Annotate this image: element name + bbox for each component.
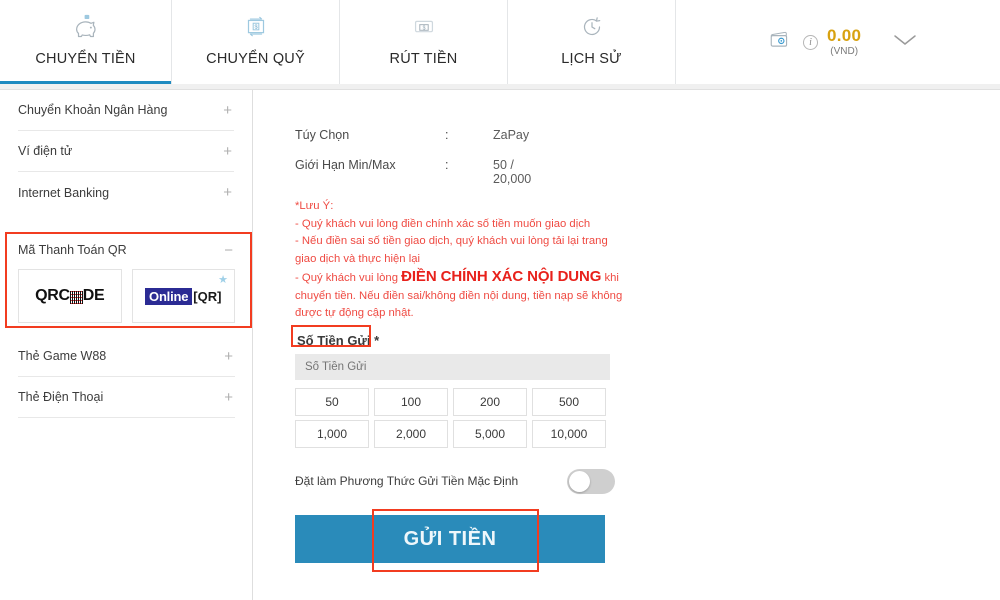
amount-input[interactable] bbox=[295, 354, 610, 380]
toggle-knob bbox=[569, 470, 590, 492]
qr-tile-online-qr[interactable]: ★ Online [QR] bbox=[131, 269, 235, 323]
amount-field-label: Số Tiền Gửi * bbox=[297, 333, 380, 348]
default-method-toggle[interactable] bbox=[567, 468, 615, 494]
qrcode-logo: QRC DE bbox=[35, 287, 105, 305]
sidebar-item-game-card[interactable]: Thẻ Game W88 + bbox=[18, 336, 235, 377]
sidebar-item-label: Thẻ Game W88 bbox=[18, 349, 107, 363]
chevron-down-icon[interactable] bbox=[892, 33, 918, 52]
tab-rut-tien[interactable]: $ RÚT TIỀN bbox=[340, 0, 508, 84]
qrcode-text-right: DE bbox=[82, 287, 105, 304]
qr-provider-tiles: QRC DE ★ Online [QR] bbox=[0, 269, 253, 323]
info-value: ZaPay bbox=[493, 128, 530, 142]
notice-block: *Lưu Ý: - Quý khách vui lòng điền chính … bbox=[295, 198, 625, 323]
plus-icon[interactable]: + bbox=[224, 349, 235, 364]
sidebar-item-label: Thẻ Điện Thoại bbox=[18, 390, 104, 404]
preset-amount-button[interactable]: 200 bbox=[453, 388, 527, 416]
qrcode-text-left: QRC bbox=[35, 287, 70, 304]
online-text: Online bbox=[145, 287, 193, 305]
online-qr-logo: Online [QR] bbox=[145, 287, 222, 305]
sidebar-item-phone-card[interactable]: Thẻ Điện Thoại + bbox=[18, 377, 235, 418]
qr-tile-qrcode[interactable]: QRC DE bbox=[18, 269, 122, 323]
default-method-row: Đặt làm Phương Thức Gửi Tiền Mặc Định bbox=[295, 468, 615, 494]
notice-line-3: - Quý khách vui lòng ĐIỀN CHÍNH XÁC NỘI … bbox=[295, 268, 625, 323]
tab-label: LỊCH SỬ bbox=[561, 51, 622, 67]
plus-icon[interactable]: + bbox=[223, 103, 234, 118]
atm-withdraw-icon: $ bbox=[409, 9, 439, 45]
deposit-form-panel: Túy Chọn : ZaPay Giới Hạn Min/Max : 50 /… bbox=[253, 90, 1000, 600]
notice-title: *Lưu Ý: bbox=[295, 200, 334, 212]
info-key: Túy Chọn bbox=[295, 128, 350, 142]
info-colon: : bbox=[445, 158, 449, 172]
default-method-label: Đặt làm Phương Thức Gửi Tiền Mặc Định bbox=[295, 474, 519, 488]
notice-line-3-pre: - Quý khách vui lòng bbox=[295, 272, 402, 284]
notice-line-2: - Nếu điền sai số tiền giao dịch, quý kh… bbox=[295, 235, 608, 265]
star-icon: ★ bbox=[218, 274, 228, 286]
info-key: Giới Hạn Min/Max bbox=[295, 158, 396, 172]
tab-label: RÚT TIỀN bbox=[389, 51, 458, 67]
sidebar-item-bank-transfer[interactable]: Chuyển Khoản Ngân Hàng + bbox=[18, 90, 234, 131]
svg-text:$: $ bbox=[422, 25, 425, 31]
sidebar-group-qr-payment: Mã Thanh Toán QR − QRC DE ★ Online [QR] bbox=[0, 233, 253, 323]
sidebar-item-ewallet[interactable]: Ví điện tử + bbox=[18, 131, 234, 172]
submit-deposit-button[interactable]: GỬI TIỀN bbox=[295, 515, 605, 563]
preset-amount-button[interactable]: 2,000 bbox=[374, 420, 448, 448]
top-navigation: CHUYỂN TIỀN $ CHUYỂN QUỸ $ RÚT TIỀN LỊCH… bbox=[0, 0, 1000, 84]
tab-chuyen-quy[interactable]: $ CHUYỂN QUỸ bbox=[172, 0, 340, 84]
info-icon[interactable]: i bbox=[803, 34, 818, 50]
wallet-icon bbox=[766, 26, 794, 59]
wallet-summary[interactable]: i 0.00 (VND) bbox=[676, 0, 1000, 84]
qr-bracket-text: [QR] bbox=[193, 288, 222, 304]
preset-amount-button[interactable]: 10,000 bbox=[532, 420, 606, 448]
info-value: 50 / 20,000 bbox=[493, 158, 532, 186]
tab-chuyen-tien[interactable]: CHUYỂN TIỀN bbox=[0, 0, 172, 84]
preset-amount-button[interactable]: 500 bbox=[532, 388, 606, 416]
sidebar-item-label: Chuyển Khoản Ngân Hàng bbox=[18, 103, 168, 117]
balance-amount: 0.00 bbox=[827, 26, 862, 45]
clock-history-icon bbox=[577, 9, 607, 45]
balance-currency: (VND) bbox=[830, 46, 859, 57]
notice-emphasis: ĐIỀN CHÍNH XÁC NỘI DUNG bbox=[401, 268, 602, 285]
plus-icon[interactable]: + bbox=[223, 185, 234, 200]
sidebar-item-internet-banking[interactable]: Internet Banking + bbox=[18, 172, 234, 213]
preset-amount-button[interactable]: 50 bbox=[295, 388, 369, 416]
preset-amount-grid: 50 100 200 500 1,000 2,000 5,000 10,000 bbox=[295, 388, 615, 448]
preset-amount-button[interactable]: 100 bbox=[374, 388, 448, 416]
plus-icon[interactable]: + bbox=[224, 390, 235, 405]
info-colon: : bbox=[445, 128, 449, 142]
fund-transfer-icon: $ bbox=[241, 9, 271, 45]
preset-amount-button[interactable]: 1,000 bbox=[295, 420, 369, 448]
barcode-glyph-icon bbox=[69, 290, 83, 304]
tab-label: CHUYỂN TIỀN bbox=[35, 51, 136, 67]
tab-lich-su[interactable]: LỊCH SỬ bbox=[508, 0, 676, 84]
wallet-balance: 0.00 (VND) bbox=[827, 27, 861, 57]
sidebar-item-label: Internet Banking bbox=[18, 185, 110, 200]
preset-amount-button[interactable]: 5,000 bbox=[453, 420, 527, 448]
sidebar-item-label: Ví điện tử bbox=[18, 144, 73, 158]
tab-label: CHUYỂN QUỸ bbox=[206, 51, 305, 67]
sidebar-item-qr-payment[interactable]: Mã Thanh Toán QR − bbox=[18, 233, 235, 267]
notice-line-1: - Quý khách vui lòng điền chính xác số t… bbox=[295, 217, 591, 230]
minus-icon[interactable]: − bbox=[224, 243, 235, 258]
sidebar-item-label: Mã Thanh Toán QR bbox=[18, 243, 127, 257]
deposit-page: CHUYỂN TIỀN $ CHUYỂN QUỸ $ RÚT TIỀN LỊCH… bbox=[0, 0, 1000, 600]
payment-method-sidebar: Chuyển Khoản Ngân Hàng + Ví điện tử + In… bbox=[0, 90, 253, 600]
plus-icon[interactable]: + bbox=[223, 144, 234, 159]
piggy-bank-icon bbox=[71, 9, 101, 45]
